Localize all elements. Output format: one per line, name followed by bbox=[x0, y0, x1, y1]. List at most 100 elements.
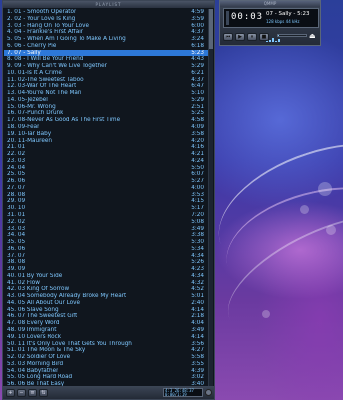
track-title: 52. 02 Soldier Of Love bbox=[7, 354, 71, 361]
playlist-row[interactable]: 30. 10 5:17 bbox=[4, 205, 208, 212]
playlist-row[interactable]: 43. 04 Somebody Already Broke My Heart 5:… bbox=[4, 293, 208, 300]
playlist-row[interactable]: 31. 01 7:20 bbox=[4, 212, 208, 219]
playlist-row[interactable]: 45. 06 Slave Song 4:14 bbox=[4, 307, 208, 314]
track-title: 20. 11-Maureen bbox=[7, 137, 52, 144]
playlist-title: PLAYLIST bbox=[95, 2, 122, 7]
playlist-row[interactable]: 32. 02 5:08 bbox=[4, 219, 208, 226]
playlist-row[interactable]: 50. 11 It's Only Love That Gets You Thro… bbox=[4, 341, 208, 348]
song-title-ticker: 07 - Sally - 5:23 bbox=[266, 11, 310, 17]
track-duration: 3:24 bbox=[191, 36, 204, 43]
track-title: 46. 07 The Sweetest Gift bbox=[7, 313, 78, 320]
track-duration: 4:32 bbox=[191, 279, 204, 286]
playlist-row[interactable]: 19. 10-Tar Baby 3:58 bbox=[4, 131, 208, 138]
playlist-row[interactable]: 15. 06-Mr. Wrong 2:51 bbox=[4, 104, 208, 111]
playlist-row[interactable]: 38. 08 5:26 bbox=[4, 259, 208, 266]
track-duration: 3:55 bbox=[191, 360, 204, 367]
track-duration: 4:20 bbox=[191, 137, 204, 144]
track-duration: 4:59 bbox=[191, 9, 204, 15]
playlist-row[interactable]: 44. 05 All About Our Love 2:40 bbox=[4, 300, 208, 307]
player-display: 00:03 07 - Sally - 5:23 128 kbps 44 kHz bbox=[223, 8, 319, 42]
playlist-row[interactable]: 37. 07 4:34 bbox=[4, 253, 208, 260]
playlist-row[interactable]: 12. 03-War Of The Heart 6:47 bbox=[4, 83, 208, 90]
track-duration: 6:18 bbox=[191, 42, 204, 49]
track-duration: 4:14 bbox=[191, 306, 204, 313]
playlist-row[interactable]: 26. 06 5:27 bbox=[4, 178, 208, 185]
playlist-row[interactable]: 17. 08-Never As Good As The First Time 4:… bbox=[4, 117, 208, 124]
playlist-row[interactable]: 11. 02-The Sweetest Taboo 4:37 bbox=[4, 77, 208, 84]
playlist-row[interactable]: 14. 05-Jezebel 5:29 bbox=[4, 97, 208, 104]
playlist-row[interactable]: 23. 03 4:24 bbox=[4, 158, 208, 165]
track-duration: 4:04 bbox=[191, 320, 204, 327]
playlist-track-list[interactable]: 1. 01 - Smooth Operator 4:59 2. 02 - Your … bbox=[4, 9, 208, 387]
playlist-row[interactable]: 7. 07 - Sally 5:23 bbox=[4, 49, 208, 57]
playlist-row[interactable]: 10. 01-Is It A Crime 6:21 bbox=[4, 70, 208, 77]
playlist-row[interactable]: 54. 04 Babyfather 4:39 bbox=[4, 368, 208, 375]
track-duration: 4:15 bbox=[191, 198, 204, 205]
sort-button[interactable]: ⇅ bbox=[39, 388, 48, 397]
playlist-row[interactable]: 52. 02 Soldier Of Love 5:58 bbox=[4, 354, 208, 361]
playlist-row[interactable]: 6. 06 - Cherry Pie 6:18 bbox=[4, 43, 208, 50]
track-title: 15. 06-Mr. Wrong bbox=[7, 103, 56, 110]
track-title: 53. 03 Morning Bird bbox=[7, 360, 64, 367]
playlist-row[interactable]: 24. 04 5:50 bbox=[4, 165, 208, 172]
select-button[interactable]: ≡ bbox=[28, 388, 37, 397]
playlist-row[interactable]: 39. 09 4:23 bbox=[4, 266, 208, 273]
player-titlebar[interactable]: QMMP bbox=[220, 1, 320, 7]
playlist-row[interactable]: 16. 07-Punch Drunk 5:25 bbox=[4, 110, 208, 117]
playlist-scrollbar[interactable] bbox=[208, 9, 213, 387]
playlist-titlebar[interactable]: PLAYLIST bbox=[3, 1, 214, 8]
playlist-row[interactable]: 48. 09 Immigrant 3:49 bbox=[4, 327, 208, 334]
playlist-row[interactable]: 40. 01 By Your Side 4:34 bbox=[4, 273, 208, 280]
playlist-row[interactable]: 2. 02 - Your Love Is King 3:59 bbox=[4, 16, 208, 23]
pause-button[interactable]: ⏸ bbox=[247, 33, 257, 41]
add-file-button[interactable]: + bbox=[6, 388, 15, 397]
playlist-row[interactable]: 53. 03 Morning Bird 3:55 bbox=[4, 361, 208, 368]
playlist-row[interactable]: 55. 05 Long Hard Road 3:02 bbox=[4, 374, 208, 381]
playlist-row[interactable]: 42. 03 King Of Sorrow 4:52 bbox=[4, 286, 208, 293]
track-duration: 3:53 bbox=[191, 191, 204, 198]
playlist-row[interactable]: 21. 01 4:16 bbox=[4, 144, 208, 151]
playlist-row[interactable]: 27. 07 4:00 bbox=[4, 185, 208, 192]
playlist-row[interactable]: 47. 08 Every Word 4:04 bbox=[4, 320, 208, 327]
playlist-row[interactable]: 41. 02 Flow 4:32 bbox=[4, 280, 208, 287]
playlist-position: 0:00/1:19 bbox=[165, 391, 187, 397]
playlist-row[interactable]: 34. 04 3:38 bbox=[4, 232, 208, 239]
playlist-row[interactable]: 29. 09 4:15 bbox=[4, 198, 208, 205]
playlist-row[interactable]: 9. 09 - Why Can't We Live Together 5:29 bbox=[4, 63, 208, 70]
playlist-row[interactable]: 8. 08 - I Will Be Your Friend 4:43 bbox=[4, 56, 208, 63]
remove-file-button[interactable]: − bbox=[17, 388, 26, 397]
seek-bar[interactable] bbox=[277, 34, 307, 37]
visualizer[interactable] bbox=[266, 23, 286, 42]
playlist-row[interactable]: 1. 01 - Smooth Operator 4:59 bbox=[4, 9, 208, 16]
stop-button[interactable]: ■ bbox=[259, 33, 269, 41]
playlist-row[interactable]: 36. 06 5:34 bbox=[4, 246, 208, 253]
track-title: 19. 10-Tar Baby bbox=[7, 130, 52, 137]
playlist-row[interactable]: 18. 09-Fear 4:09 bbox=[4, 124, 208, 131]
track-title: 6. 06 - Cherry Pie bbox=[7, 42, 57, 49]
playlist-row[interactable]: 35. 05 5:30 bbox=[4, 239, 208, 246]
playlist-row[interactable]: 4. 04 - Frankie's First Affair 4:37 bbox=[4, 29, 208, 36]
track-title: 18. 09-Fear bbox=[7, 124, 40, 131]
play-button[interactable]: ▶ bbox=[235, 33, 245, 41]
playlist-row[interactable]: 3. 03 - Hang On To Your Love 6:00 bbox=[4, 23, 208, 30]
playlist-row[interactable]: 33. 03 3:49 bbox=[4, 226, 208, 233]
previous-button[interactable]: ⏮ bbox=[223, 33, 233, 41]
playlist-row[interactable]: 20. 11-Maureen 4:20 bbox=[4, 138, 208, 145]
playlist-row[interactable]: 51. 01 The Moon & The Sky 4:27 bbox=[4, 347, 208, 354]
track-title: 44. 05 All About Our Love bbox=[7, 299, 81, 306]
playlist-menu-button[interactable] bbox=[205, 389, 212, 396]
playlist-scrollbar-thumb[interactable] bbox=[209, 9, 213, 49]
elapsed-time[interactable]: 00:03 bbox=[231, 12, 263, 22]
playlist-row[interactable]: 49. 10 Lovers Rock 4:14 bbox=[4, 334, 208, 341]
playlist-row[interactable]: 25. 05 6:07 bbox=[4, 171, 208, 178]
playlist-row[interactable]: 13. 04-You're Not The Man 5:10 bbox=[4, 90, 208, 97]
playlist-row[interactable]: 28. 08 3:53 bbox=[4, 192, 208, 199]
clutterbar[interactable] bbox=[226, 11, 229, 25]
eject-icon[interactable]: ⏏ bbox=[309, 32, 317, 40]
playlist-row[interactable]: 46. 07 The Sweetest Gift 2:18 bbox=[4, 313, 208, 320]
wallpaper-bokeh bbox=[326, 225, 336, 235]
playlist-row[interactable]: 22. 02 4:21 bbox=[4, 151, 208, 158]
track-title: 30. 10 bbox=[7, 205, 26, 212]
playlist-row[interactable]: 5. 05 - When Am I Going To Make A Living… bbox=[4, 36, 208, 43]
track-duration: 5:29 bbox=[191, 63, 204, 70]
